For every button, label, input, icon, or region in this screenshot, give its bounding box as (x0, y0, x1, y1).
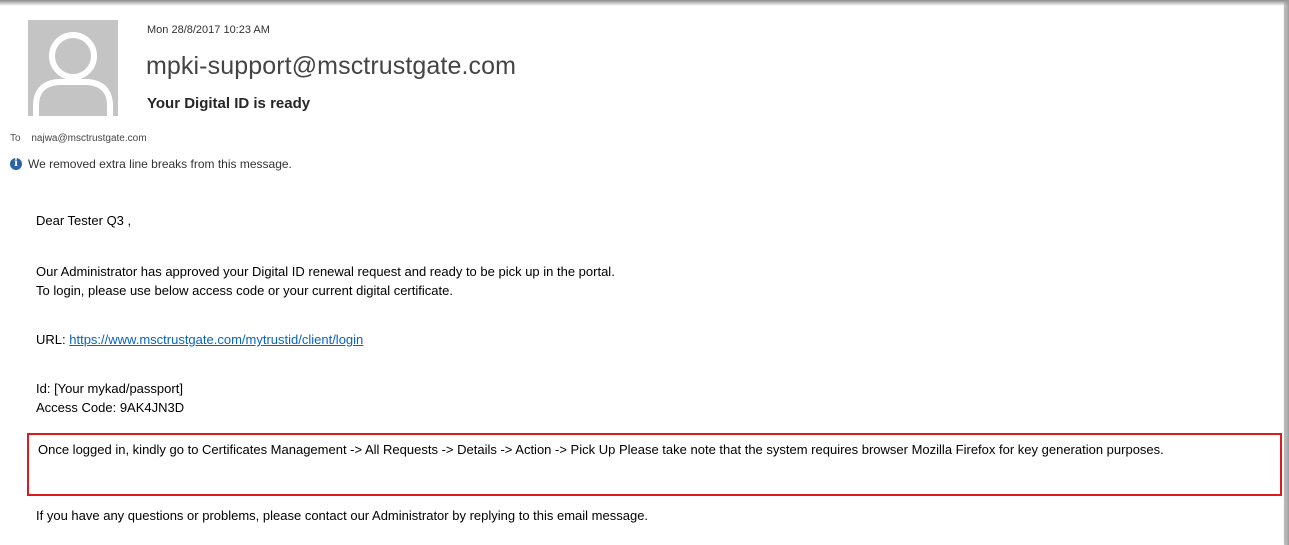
id-line: Id: [Your mykad/passport] (36, 381, 183, 396)
approval-paragraph: Our Administrator has approved your Digi… (36, 262, 615, 300)
contact-paragraph: If you have any questions or problems, p… (36, 508, 649, 523)
greeting-text: Dear Tester Q3 , (36, 213, 132, 228)
info-message[interactable]: We removed extra line breaks from this m… (28, 157, 292, 171)
window-right-shadow (1283, 0, 1289, 545)
window-top-shadow (0, 0, 1289, 6)
sender-avatar (28, 20, 118, 116)
recipient-line: To najwa@msctrustgate.com (10, 133, 147, 144)
email-timestamp: Mon 28/8/2017 10:23 AM (147, 24, 270, 36)
access-code-line: Access Code: 9AK4JN3D (36, 400, 185, 415)
info-bar[interactable]: i We removed extra line breaks from this… (10, 157, 292, 171)
info-icon: i (10, 158, 22, 170)
approval-line: Our Administrator has approved your Digi… (36, 264, 615, 279)
url-label: URL: (36, 332, 70, 347)
pickup-instructions: Once logged in, kindly go to Certificate… (38, 442, 1164, 457)
credentials-paragraph: Id: [Your mykad/passport] Access Code: 9… (36, 379, 184, 417)
recipient-address[interactable]: najwa@msctrustgate.com (31, 133, 146, 144)
email-reading-pane: Mon 28/8/2017 10:23 AM mpki-support@msct… (0, 0, 1284, 545)
to-label: To (10, 133, 21, 144)
sender-address[interactable]: mpki-support@msctrustgate.com (146, 52, 516, 81)
login-instructions-line: To login, please use below access code o… (36, 283, 453, 298)
login-url-link[interactable]: https://www.msctrustgate.com/mytrustid/c… (69, 332, 363, 347)
url-paragraph: URL: https://www.msctrustgate.com/mytrus… (36, 330, 363, 349)
email-subject: Your Digital ID is ready (147, 95, 311, 112)
person-silhouette-icon (28, 20, 118, 116)
